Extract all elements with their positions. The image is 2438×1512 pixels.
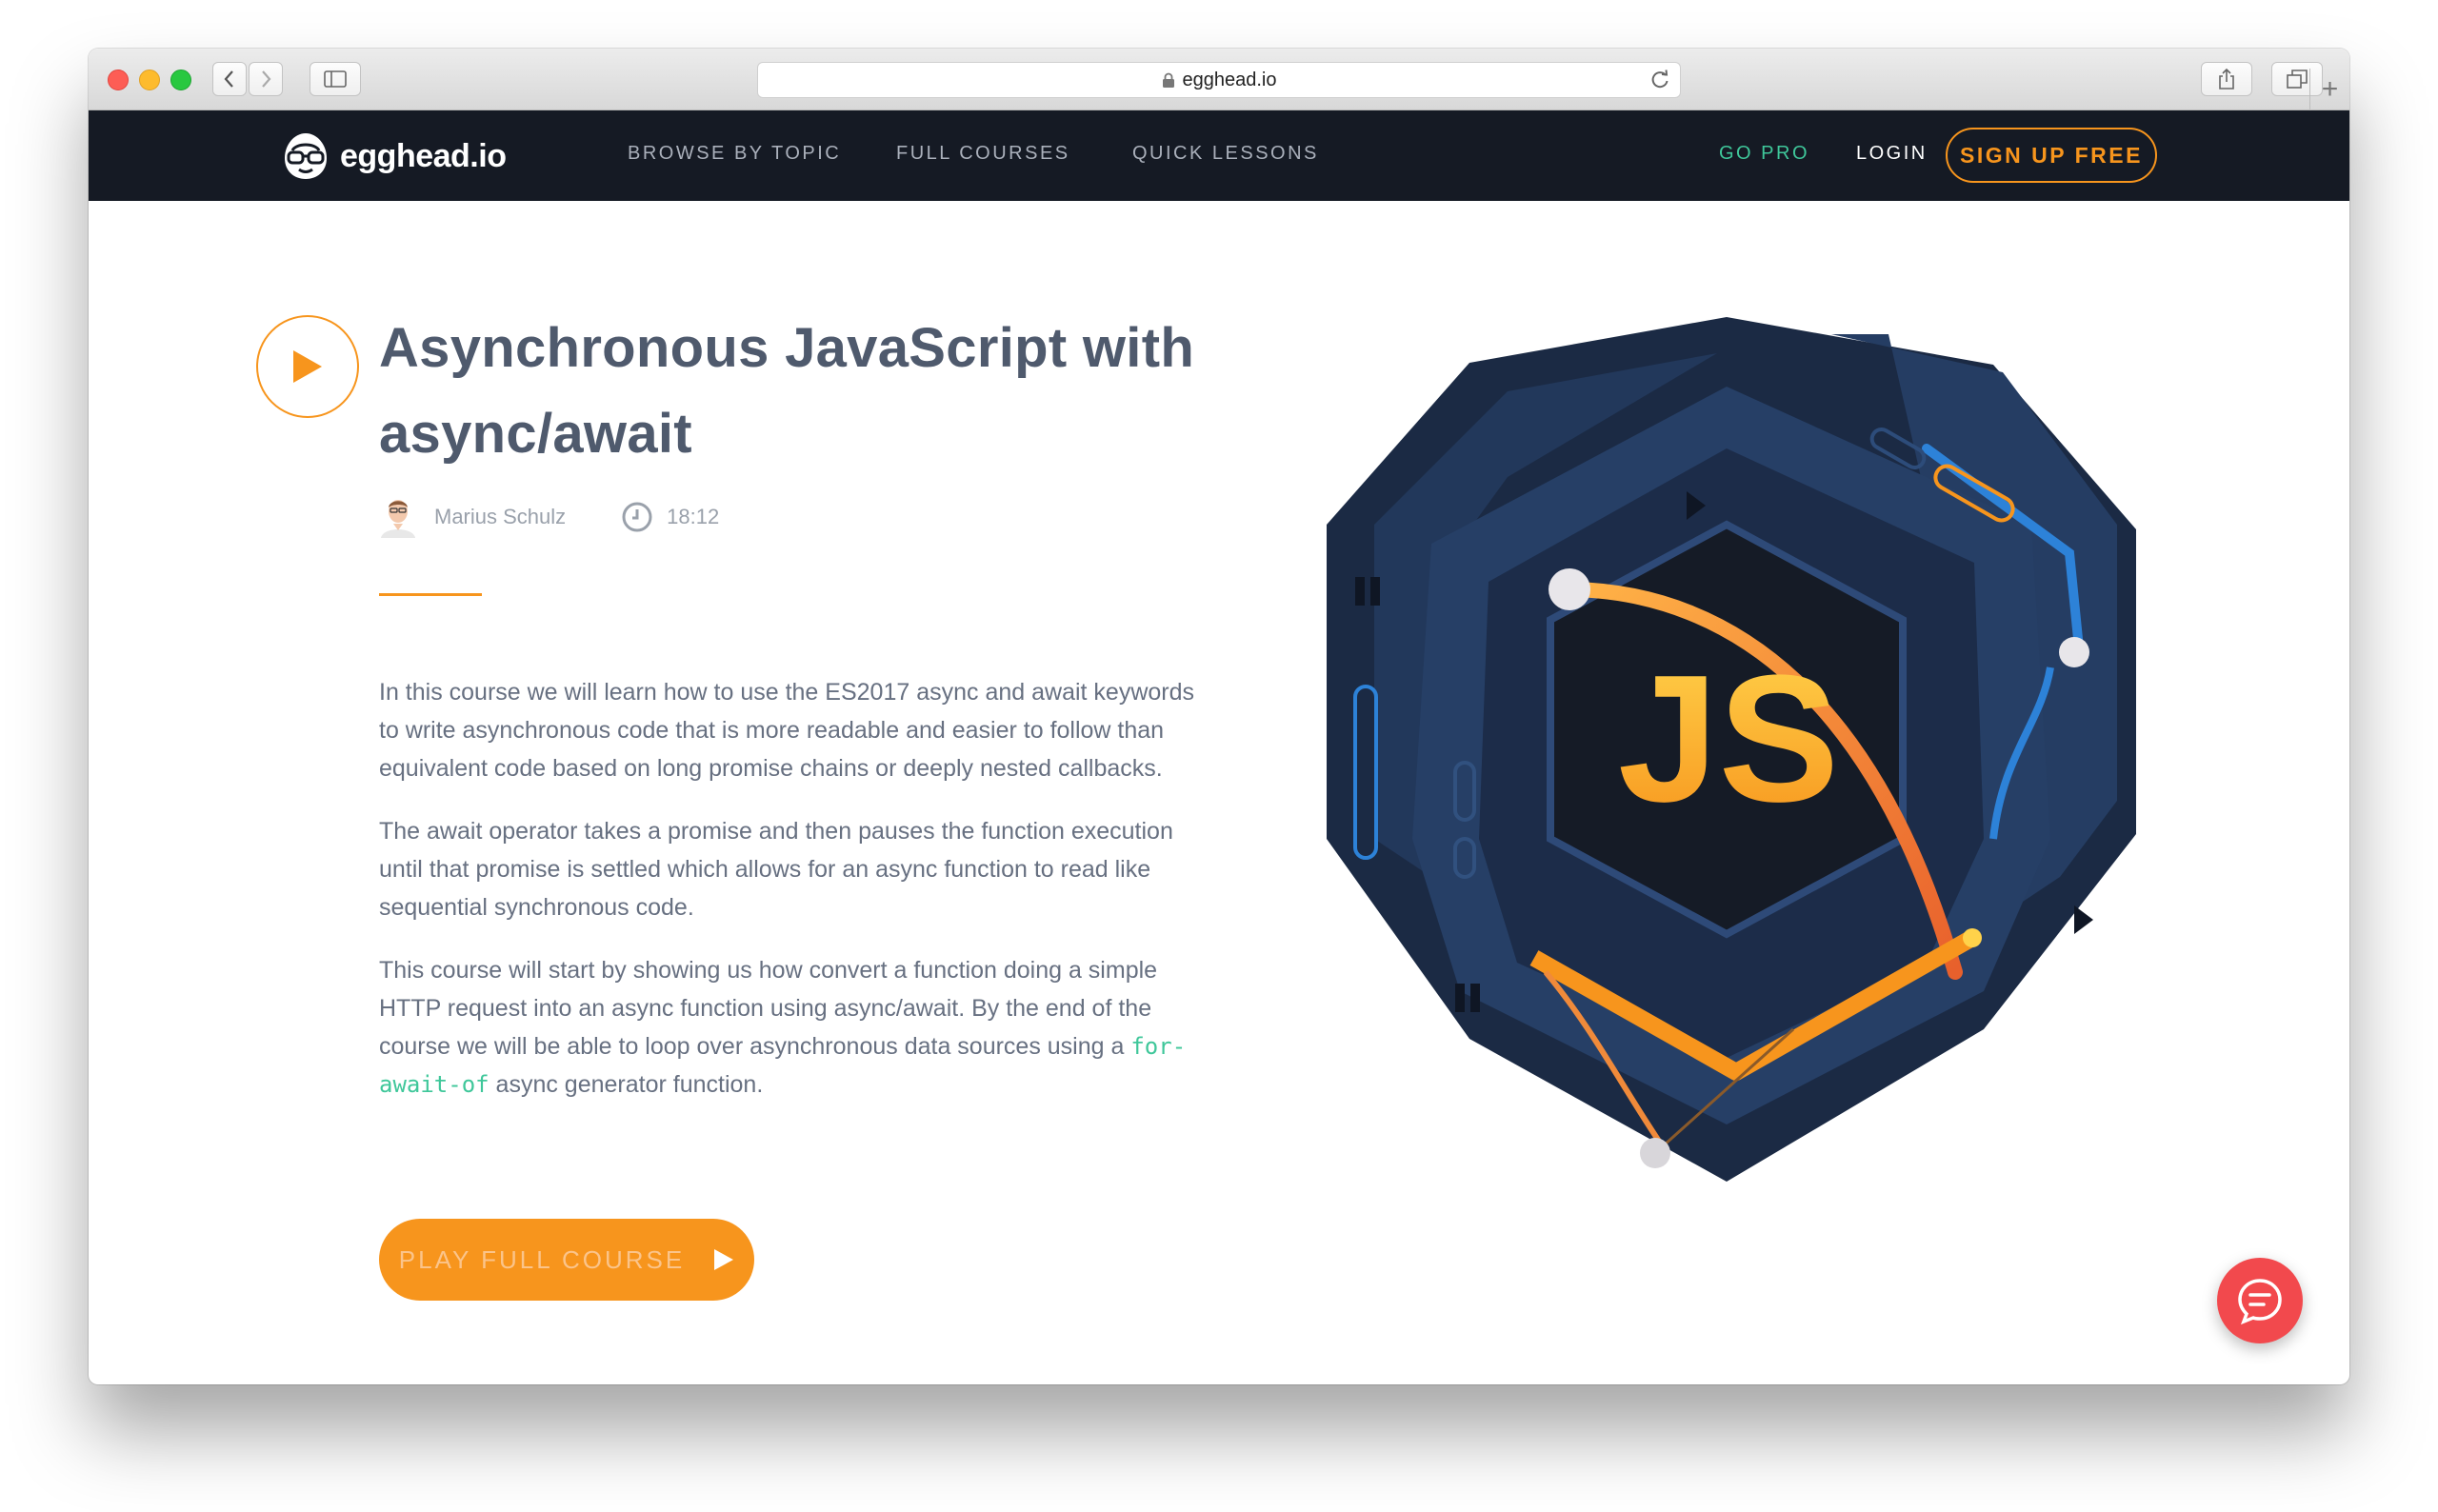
- title-divider: [379, 593, 482, 596]
- share-icon: [2219, 69, 2234, 90]
- logo-text: egghead.io: [340, 137, 507, 174]
- play-full-course-label: PLAY FULL COURSE: [398, 1244, 686, 1274]
- chat-launcher-button[interactable]: [2217, 1258, 2303, 1343]
- address-bar[interactable]: egghead.io: [757, 62, 1681, 98]
- close-window-button[interactable]: [108, 70, 129, 90]
- chat-icon: [2238, 1279, 2282, 1325]
- description-paragraph-2: The await operator takes a promise and t…: [379, 818, 1173, 921]
- description-paragraph-1: In this course we will learn how to use …: [379, 679, 1195, 782]
- new-tab-button[interactable]: +: [2309, 69, 2349, 110]
- nav-full-courses[interactable]: FULL COURSES: [896, 143, 1070, 165]
- paragraph-3-text-after: async generator function.: [489, 1071, 764, 1098]
- play-icon: [714, 1249, 734, 1270]
- tabs-icon: [2287, 70, 2308, 89]
- nav-quick-lessons[interactable]: QUICK LESSONS: [1132, 143, 1319, 165]
- course-title-line1: Asynchronous JavaScript with: [379, 317, 1195, 379]
- author-name[interactable]: Marius Schulz: [434, 505, 566, 529]
- chevron-left-icon: [224, 70, 233, 88]
- sidebar-icon: [324, 70, 347, 88]
- course-meta: Marius Schulz 18:12: [379, 496, 719, 538]
- plus-icon: +: [2321, 73, 2339, 105]
- play-icon: [293, 350, 322, 383]
- badge-js-text: JS: [1618, 638, 1839, 840]
- share-button[interactable]: [2201, 62, 2252, 96]
- course-duration: 18:12: [667, 505, 720, 528]
- sidebar-toggle-button[interactable]: [310, 62, 361, 96]
- egghead-logo[interactable]: egghead.io: [279, 129, 507, 183]
- clock-icon: [622, 502, 652, 532]
- course-title-line2: async/await: [379, 403, 692, 465]
- browser-titlebar: egghead.io +: [89, 49, 2349, 110]
- chevron-right-icon: [262, 70, 271, 88]
- course-description: In this course we will learn how to use …: [379, 673, 1217, 1128]
- zoom-window-button[interactable]: [170, 70, 191, 90]
- nav-login[interactable]: LOGIN: [1856, 143, 1928, 165]
- address-bar-url: egghead.io: [1182, 69, 1277, 90]
- paragraph-3-text-before: This course will start by showing us how…: [379, 957, 1158, 1060]
- author-avatar[interactable]: [379, 496, 417, 538]
- minimize-window-button[interactable]: [139, 70, 160, 90]
- play-course-icon-button[interactable]: [256, 315, 359, 418]
- egghead-logo-icon: [285, 133, 327, 179]
- reload-icon[interactable]: [1649, 70, 1670, 90]
- course-title: Asynchronous JavaScript with async/await: [379, 306, 1236, 477]
- browser-window: egghead.io + egghead.io BROWSE BY TOPIC: [89, 49, 2349, 1384]
- sign-up-free-button[interactable]: SIGN UP FREE: [1946, 128, 2157, 183]
- play-full-course-button[interactable]: PLAY FULL COURSE: [379, 1219, 754, 1301]
- lock-icon: [1162, 72, 1174, 88]
- course-badge-illustration: JS: [1327, 317, 2136, 1182]
- nav-go-pro[interactable]: GO PRO: [1719, 143, 1809, 165]
- site-navbar: egghead.io BROWSE BY TOPIC FULL COURSES …: [89, 110, 2349, 201]
- nav-browse-by-topic[interactable]: BROWSE BY TOPIC: [628, 143, 841, 165]
- forward-button[interactable]: [249, 62, 283, 96]
- description-paragraph-3: This course will start by showing us how…: [379, 951, 1217, 1104]
- back-button[interactable]: [212, 62, 247, 96]
